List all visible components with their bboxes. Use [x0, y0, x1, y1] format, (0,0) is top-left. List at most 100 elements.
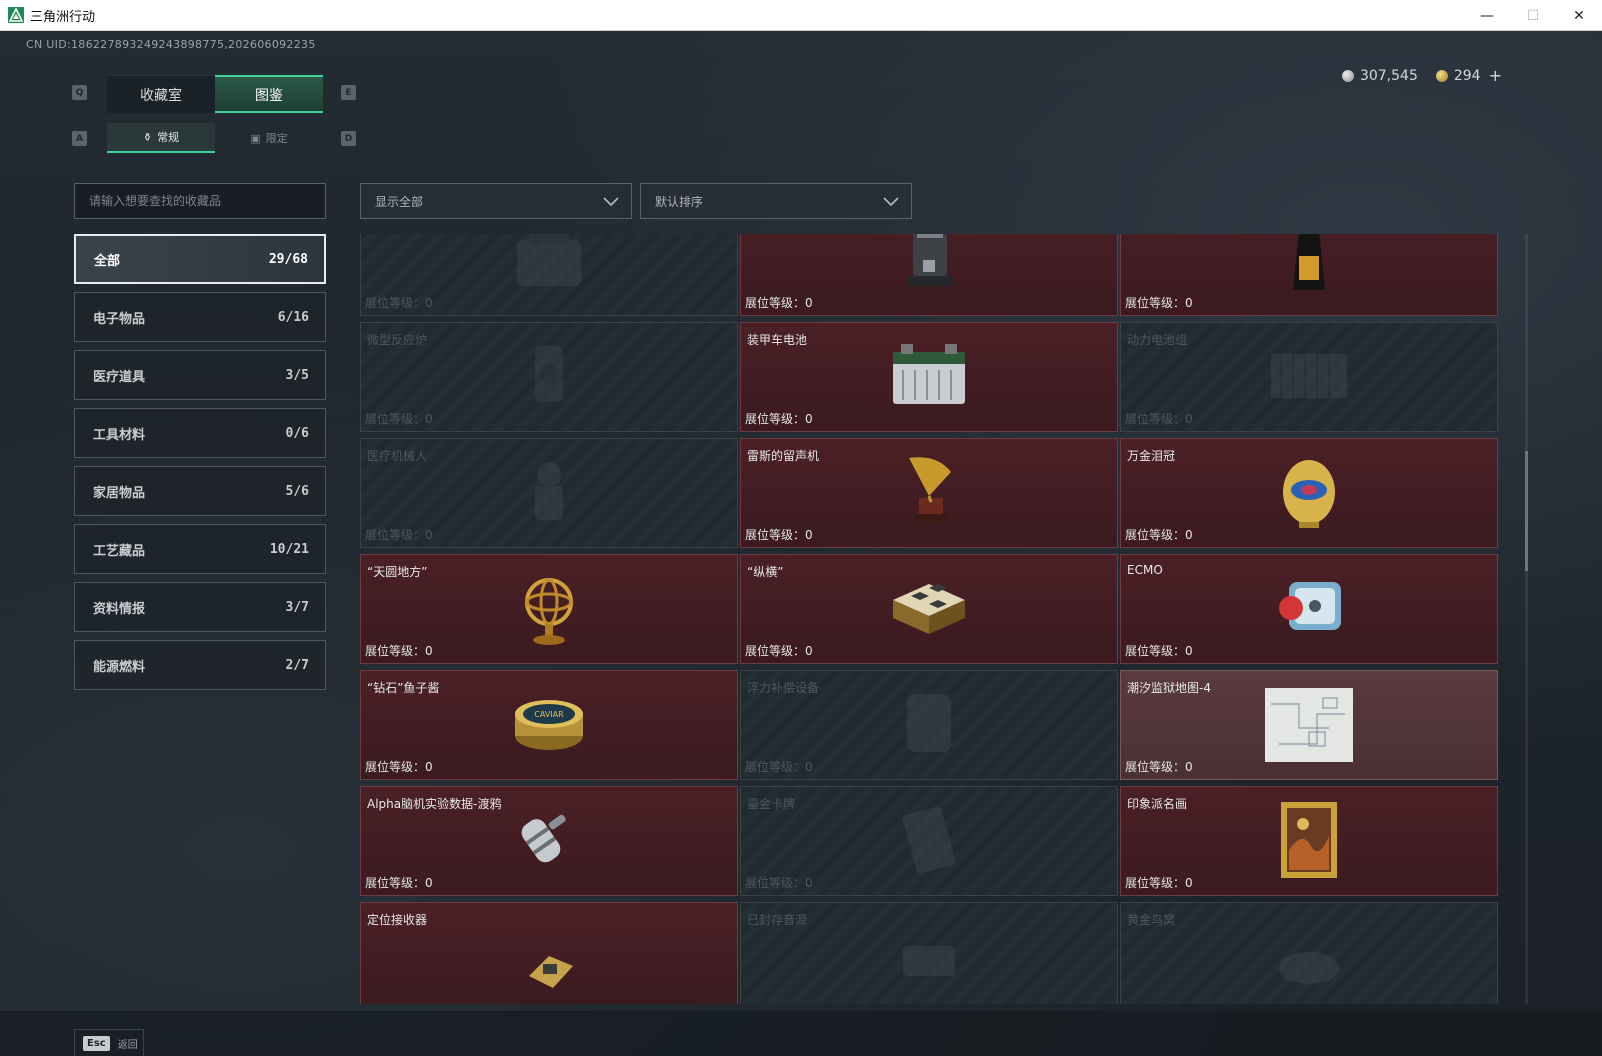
tab-collection-room[interactable]: 收藏室 — [107, 75, 215, 113]
collection-tile[interactable]: 动力电池组展位等级：0 — [1120, 322, 1498, 432]
category-household[interactable]: 家居物品 5/6 — [74, 466, 326, 516]
image-icon: ▣ — [250, 131, 261, 145]
coffee-machine-icon — [907, 234, 953, 286]
category-count: 6/16 — [277, 309, 309, 325]
category-electronics[interactable]: 电子物品 6/16 — [74, 292, 326, 342]
window-controls: — ☐ ✕ — [1464, 0, 1602, 31]
collection-tile[interactable]: CAVIAR “钻石”鱼子酱 展位等级：0 — [360, 670, 738, 780]
tile-name: 鎏金卡牌 — [747, 797, 796, 811]
tile-display-level: 展位等级：0 — [745, 758, 813, 775]
robot-icon — [535, 462, 563, 520]
collection-tile[interactable]: 鎏金卡牌展位等级：0 — [740, 786, 1118, 896]
display-level-value: 0 — [805, 876, 813, 890]
subtab-regular[interactable]: ⚱ 常规 — [107, 123, 215, 153]
category-medical[interactable]: 医疗道具 3/5 — [74, 350, 326, 400]
sort-dropdown[interactable]: 默认排序 — [640, 183, 912, 219]
category-label: 工具材料 — [93, 427, 146, 443]
category-label: 工艺藏品 — [93, 543, 146, 559]
category-crafts[interactable]: 工艺藏品 10/21 — [74, 524, 326, 574]
collection-tile[interactable]: 医疗机械人 展位等级：0 — [360, 438, 738, 548]
app-logo-icon — [8, 7, 24, 23]
tile-display-level: 展位等级：0 — [365, 526, 433, 543]
display-level-value: 0 — [805, 412, 813, 426]
category-list: 全部 29/68 电子物品 6/16 医疗道具 3/5 工具材料 0/6 家居物… — [74, 234, 326, 698]
tile-name: Alpha脑机实验数据-渡鸦 — [367, 797, 502, 811]
back-button[interactable]: Esc 返回 — [74, 1029, 144, 1056]
prev-subtab-key-hint[interactable]: A — [72, 131, 87, 146]
display-level-value: 0 — [425, 296, 433, 310]
reactor-icon — [535, 346, 563, 402]
chevron-down-icon — [883, 197, 899, 207]
collection-tile[interactable]: 潮汐监狱地图-4 展位等级：0 — [1120, 670, 1498, 780]
minimize-button[interactable]: — — [1464, 0, 1510, 31]
display-level-value: 0 — [805, 296, 813, 310]
collection-tile[interactable]: 展位等级：0 — [740, 234, 1118, 316]
tile-display-level: 展位等级：0 — [1125, 642, 1193, 659]
category-all[interactable]: 全部 29/68 — [74, 234, 326, 284]
category-count: 10/21 — [269, 541, 309, 557]
close-button[interactable]: ✕ — [1556, 0, 1602, 31]
collection-tile[interactable]: 雷斯的留声机 展位等级：0 — [740, 438, 1118, 548]
tile-name: 黄金鸟窝 — [1127, 913, 1176, 927]
collection-tile[interactable]: 展位等级：0 — [360, 234, 738, 316]
collection-tile[interactable]: 展位等级：0 — [1120, 234, 1498, 316]
caviar-label: CAVIAR — [534, 710, 564, 719]
sound-source-icon — [903, 946, 955, 976]
collection-tile[interactable]: “纵横” 展位等级：0 — [740, 554, 1118, 664]
gold-nest-icon — [1279, 952, 1339, 984]
tile-display-level: 展位等级：0 — [745, 642, 813, 659]
category-energy[interactable]: 能源燃料 2/7 — [74, 640, 326, 690]
grid-scrollbar-track[interactable] — [1525, 234, 1528, 1004]
collection-tile[interactable]: Alpha脑机实验数据-渡鸦 展位等级：0 — [360, 786, 738, 896]
collection-tile[interactable]: 印象派名画 展位等级：0 — [1120, 786, 1498, 896]
display-level-value: 0 — [425, 644, 433, 658]
next-subtab-key-hint[interactable]: D — [341, 131, 356, 146]
collection-tile[interactable]: 已封存音源 — [740, 902, 1118, 1004]
tile-display-level: 展位等级：0 — [1125, 294, 1193, 311]
tile-name: 定位接收器 — [367, 913, 428, 927]
subtab-limited[interactable]: ▣ 限定 — [215, 123, 323, 153]
subtab-limited-label: 限定 — [265, 132, 288, 145]
prev-tab-key-hint[interactable]: Q — [72, 85, 87, 100]
category-tools[interactable]: 工具材料 0/6 — [74, 408, 326, 458]
receiver-icon — [529, 956, 573, 988]
display-level-label: 展位等级： — [1125, 876, 1186, 890]
tile-name: 万金泪冠 — [1127, 449, 1176, 463]
display-level-value: 0 — [805, 644, 813, 658]
grid-scrollbar-thumb[interactable] — [1525, 451, 1528, 571]
collection-tile[interactable]: 装甲车电池展位等级：0 — [740, 322, 1118, 432]
category-count: 3/5 — [285, 367, 309, 383]
chess-box-icon — [893, 584, 965, 634]
esc-key-hint: Esc — [83, 1035, 110, 1051]
tile-display-level: 展位等级：0 — [1125, 758, 1193, 775]
filter-dropdown[interactable]: 显示全部 — [360, 183, 632, 219]
collection-tile[interactable]: 黄金鸟窝 — [1120, 902, 1498, 1004]
tile-display-level: 展位等级：0 — [745, 874, 813, 891]
user-uid: CN UID:1862278932492438987​75,2026060922… — [26, 38, 316, 51]
tab-catalog[interactable]: 图鉴 — [215, 75, 323, 113]
tile-display-level: 展位等级：0 — [1125, 410, 1193, 427]
tile-name: 印象派名画 — [1127, 797, 1188, 811]
collection-tile[interactable]: ECMO 展位等级：0 — [1120, 554, 1498, 664]
tile-name: 装甲车电池 — [747, 333, 808, 347]
currency-bar: 307,545 294 + — [1341, 66, 1502, 85]
collection-tile[interactable]: 定位接收器 — [360, 902, 738, 1004]
next-tab-key-hint[interactable]: E — [341, 85, 356, 100]
collection-tile[interactable]: 万金泪冠 展位等级：0 — [1120, 438, 1498, 548]
add-currency-button[interactable]: + — [1489, 66, 1502, 85]
category-intel[interactable]: 资料情报 3/7 — [74, 582, 326, 632]
collection-tile[interactable]: 浮力补偿设备 展位等级：0 — [740, 670, 1118, 780]
display-level-label: 展位等级： — [745, 760, 806, 774]
tile-display-level: 展位等级：0 — [365, 642, 433, 659]
maximize-button[interactable]: ☐ — [1510, 0, 1556, 31]
collection-tile[interactable]: 微型反应炉 展位等级：0 — [360, 322, 738, 432]
display-level-label: 展位等级： — [745, 876, 806, 890]
display-level-label: 展位等级： — [745, 412, 806, 426]
tile-name: 动力电池组 — [1127, 333, 1188, 347]
silver-amount: 307,545 — [1359, 67, 1418, 84]
caviar-tin-icon: CAVIAR — [515, 700, 583, 750]
collection-tile[interactable]: “天圆地方” 展位等级：0 — [360, 554, 738, 664]
game-viewport: CN UID:1862278932492438987​75,2026060922… — [0, 31, 1602, 1056]
search-box — [74, 183, 326, 219]
search-input[interactable] — [89, 194, 325, 208]
